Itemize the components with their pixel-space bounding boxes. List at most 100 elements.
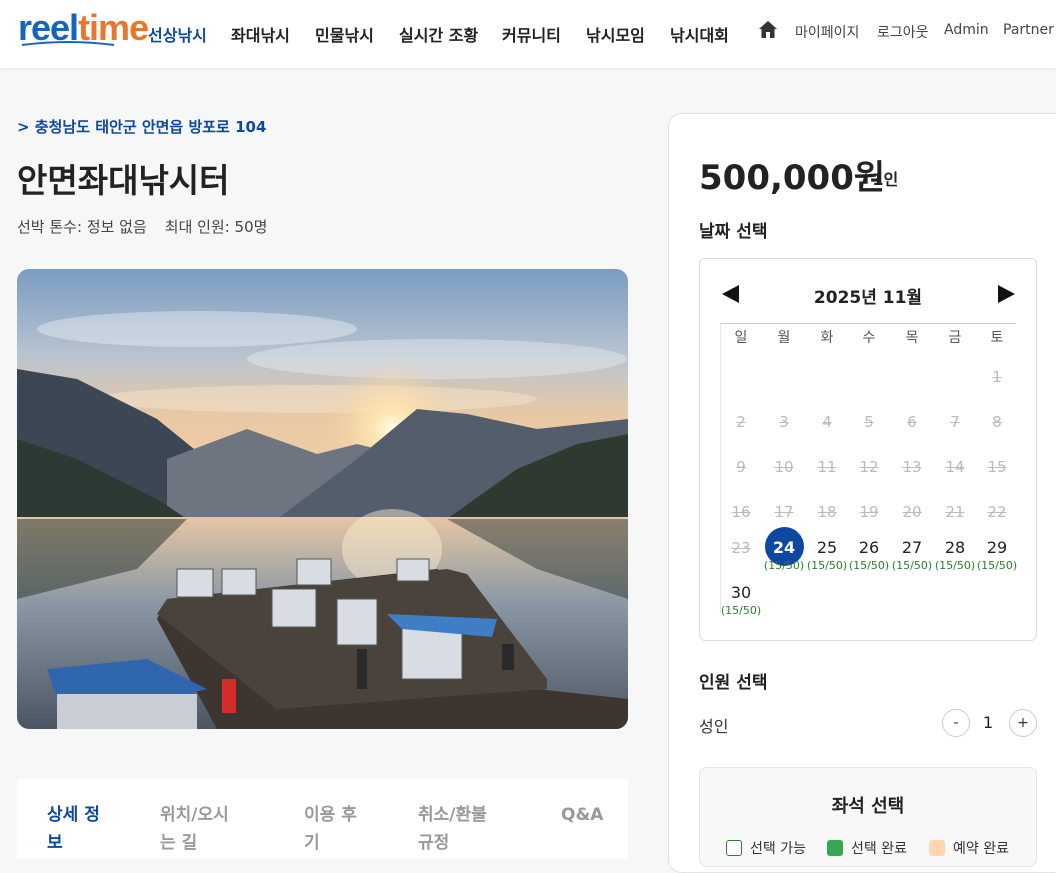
day-number: 13: [902, 458, 922, 476]
day-number: 17: [774, 503, 794, 521]
decrease-adult-button[interactable]: -: [942, 709, 970, 737]
selected-swatch: [827, 840, 843, 856]
calendar-day: 2: [720, 411, 762, 433]
weekday-header: 수: [862, 330, 876, 346]
price: 500,000원: [699, 158, 886, 198]
seat-count: (15/50): [976, 559, 1018, 572]
day-number: 27: [901, 538, 923, 557]
day-number: 30: [730, 583, 752, 602]
day-number: 5: [864, 413, 874, 431]
day-number: 26: [858, 538, 880, 557]
day-number: 29: [986, 538, 1008, 557]
calendar-day: 11: [806, 456, 848, 478]
seat-selection-box: 좌석 선택 선택 가능 선택 완료 예약 완료: [699, 767, 1037, 867]
weekday-header: 목: [905, 330, 919, 346]
seat-count: (15/50): [848, 559, 890, 572]
price-unit: / 1인: [861, 170, 899, 189]
weekday-header: 일: [734, 330, 748, 346]
calendar-day: 3: [763, 411, 805, 433]
calendar-day[interactable]: 27 (15/50): [891, 537, 933, 573]
day-number: 24: [772, 538, 796, 557]
calendar: 2025년 11월 일 월 화 수 목 금 토 1 2 3 4 5 6 7 8 9 10 11 12 13 14 15 16…: [699, 258, 1037, 641]
calendar-day: 14: [934, 456, 976, 478]
calendar-day: 21: [934, 501, 976, 523]
next-month-icon[interactable]: [998, 285, 1015, 303]
calendar-day: 17: [763, 501, 805, 523]
calendar-day: 9: [720, 456, 762, 478]
nav-fishing-meetup[interactable]: 낚시모임: [586, 22, 645, 46]
calendar-day: 6: [891, 411, 933, 433]
calendar-day[interactable]: 26 (15/50): [848, 537, 890, 573]
day-number: 25: [816, 538, 838, 557]
lake-sunrise-image: [17, 269, 628, 729]
day-number: 20: [902, 503, 922, 521]
calendar-day: 18: [806, 501, 848, 523]
seat-count: (15/50): [891, 559, 933, 572]
tab-refund-policy[interactable]: 취소/환불 규정: [418, 801, 487, 857]
calendar-day: 20: [891, 501, 933, 523]
listing-meta: 선박 톤수: 정보 없음 최대 인원: 50명: [17, 216, 267, 237]
nav-fishing-tournament[interactable]: 낚시대회: [670, 22, 729, 46]
tab-reviews[interactable]: 이용 후기: [304, 801, 357, 857]
day-number: 21: [945, 503, 965, 521]
day-number: 19: [859, 503, 879, 521]
adult-label: 성인: [699, 717, 729, 736]
seat-count: (15/50): [763, 559, 805, 572]
nav-sea-boat-fishing[interactable]: 선상낚시: [148, 22, 207, 46]
calendar-day[interactable]: 25 (15/50): [806, 537, 848, 573]
nav-live-catch-report[interactable]: 실시간 조황: [399, 22, 478, 46]
listing-photo: [17, 269, 628, 729]
calendar-day: 7: [934, 411, 976, 433]
calendar-day[interactable]: 28 (15/50): [934, 537, 976, 573]
legend-available: 선택 가능: [726, 838, 806, 858]
day-number: 22: [987, 503, 1007, 521]
calendar-day[interactable]: 30 (15/50): [720, 582, 762, 618]
seat-count: (15/50): [806, 559, 848, 572]
day-number: 1: [992, 368, 1002, 386]
increase-adult-button[interactable]: +: [1009, 709, 1037, 737]
day-number: 7: [950, 413, 960, 431]
logout-link[interactable]: 로그아웃: [877, 22, 929, 42]
day-number: 14: [945, 458, 965, 476]
mypage-link[interactable]: 마이페이지: [795, 22, 859, 42]
seat-count: (15/50): [720, 604, 762, 617]
adult-quantity: 1: [983, 713, 994, 732]
tab-details[interactable]: 상세 정보: [47, 801, 100, 857]
tab-qna[interactable]: Q&A: [561, 801, 603, 829]
day-number: 9: [736, 458, 746, 476]
day-number: 6: [907, 413, 917, 431]
date-select-label: 날짜 선택: [699, 222, 768, 242]
calendar-day: 19: [848, 501, 890, 523]
home-icon[interactable]: [758, 20, 778, 40]
weekday-header: 금: [948, 330, 962, 346]
calendar-day: 15: [976, 456, 1018, 478]
calendar-day: 8: [976, 411, 1018, 433]
nav-platform-fishing[interactable]: 좌대낚시: [231, 22, 290, 46]
calendar-day-selected[interactable]: 24 (15/50): [763, 527, 805, 573]
partner-link[interactable]: Partner: [1003, 22, 1054, 38]
weekday-header: 토: [990, 330, 1004, 346]
available-swatch: [726, 840, 742, 856]
detail-tabs: 상세 정보 위치/오시 는 길 이용 후기 취소/환불 규정 Q&A: [17, 779, 628, 859]
calendar-day: 13: [891, 456, 933, 478]
listing-title: 안면좌대낚시터: [17, 161, 230, 200]
day-number: 23: [731, 539, 751, 557]
people-select-label: 인원 선택: [699, 673, 768, 693]
site-header: reeltime 선상낚시 좌대낚시 민물낚시 실시간 조황 커뮤니티 낚시모임…: [0, 0, 1056, 68]
tab-location[interactable]: 위치/오시 는 길: [160, 801, 229, 857]
tonnage-info: 선박 톤수: 정보 없음: [17, 218, 147, 236]
calendar-month-title: 2025년 11월: [813, 288, 923, 308]
calendar-day: 10: [763, 456, 805, 478]
capacity-info: 최대 인원: 50명: [164, 218, 268, 236]
admin-link[interactable]: Admin: [944, 22, 989, 38]
nav-community[interactable]: 커뮤니티: [502, 22, 561, 46]
listing-address[interactable]: > 충청남도 태안군 안면읍 방포로 104: [17, 116, 266, 137]
nav-freshwater-fishing[interactable]: 민물낚시: [315, 22, 374, 46]
day-number: 18: [817, 503, 837, 521]
calendar-day[interactable]: 29 (15/50): [976, 537, 1018, 573]
legend-reserved: 예약 완료: [929, 838, 1009, 858]
day-number: 15: [987, 458, 1007, 476]
day-number: 10: [774, 458, 794, 476]
day-number: 16: [731, 503, 751, 521]
weekday-header: 월: [777, 330, 791, 346]
